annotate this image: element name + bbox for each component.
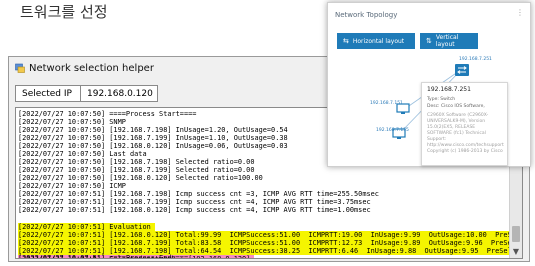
log-line: [2022/07/27 10:07:51] [192.168.7.198] Ic… [18,190,379,198]
page-heading: 트워크를 선정 [20,3,108,21]
switch-node-icon[interactable] [454,63,470,77]
log-line: [2022/07/27 10:07:51] [192.168.7.199] Ic… [18,198,371,206]
log-line: [2022/07/27 10:07:51] [192.168.0.120] Ic… [18,206,371,214]
tooltip-line: http://www.cisco.com/techsupport [427,143,504,148]
topology-title: Network Topology [335,11,398,19]
scroll-down-arrow-icon[interactable]: ▼ [510,246,522,258]
vertical-layout-button[interactable]: ⇅ Vertical layout [420,33,478,49]
app-icon [15,63,25,73]
log-line: [2022/07/27 10:07:50] [192.168.7.199] Se… [18,166,255,174]
selected-ip-value[interactable]: 192.168.0.120 [80,85,158,102]
log-line: [2022/07/27 10:07:50] [192.168.0.120] Se… [18,174,263,182]
horizontal-layout-label: Horizontal layout [352,37,405,45]
tooltip-line: Type: Switch [427,97,456,102]
layout-arrows-icon: ⇆ [343,37,349,45]
scrollbar-thumb[interactable] [512,226,520,242]
tooltip-line: 15.0(2)EX5, RELEASE [427,125,476,130]
selected-ip-bar: Selected IP 192.168.0.120 [15,85,158,102]
selected-ip-label: Selected IP [15,85,80,102]
tooltip-line: C2960X Software (C2960X- [427,113,489,118]
layout-arrows-icon: ⇅ [426,37,432,45]
host-node-label: 192.168.7.151 [370,101,403,106]
tooltip-line: SOFTWARE (fc1) Technical [427,131,486,136]
tooltip-line: Support: [427,137,447,142]
network-topology-panel: Network Topology ⋮ ⇆ Horizontal layout ⇅… [327,2,531,167]
tooltip-line: Desc: Cisco IOS Software, [427,104,485,109]
node-tooltip: 192.168.7.251 Type: Switch Desc: Cisco I… [421,82,508,166]
tooltip-line: Copyright (c) 1986-2013 by Cisco [427,149,503,154]
switch-node-label: 192.168.7.251 [459,57,492,62]
window-title: Network selection helper [29,62,154,74]
tooltip-title: 192.168.7.251 [427,86,471,93]
kebab-menu-icon[interactable]: ⋮ [516,8,524,17]
horizontal-layout-button[interactable]: ⇆ Horizontal layout [337,33,415,49]
host-node-label: 192.168.7.155 [376,128,409,133]
vertical-layout-label: Vertical layout [435,34,459,48]
tooltip-line: UNIVERSALK9-M), Version [427,119,486,124]
log-line: [2022/07/27 10:07:50] ICMP [18,182,126,190]
